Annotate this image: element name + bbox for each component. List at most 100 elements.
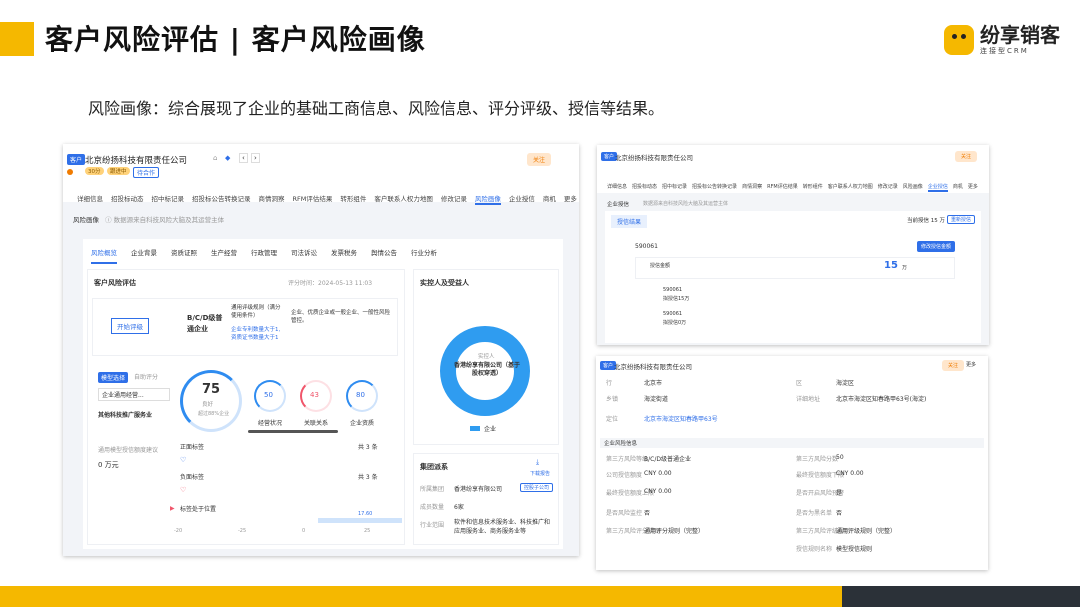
nav-tab[interactable]: 企业授信 [509, 193, 535, 205]
scale-tick: 25 [364, 528, 371, 534]
sub-tab-active[interactable]: 风险概览 [91, 247, 117, 264]
field-value: 通用评分规则（完整） [644, 528, 705, 535]
group-value: 香港纷享有限公司 [454, 486, 503, 493]
grade-label: B/C/D级普通企业 [187, 314, 223, 334]
field-value: 北京市 [644, 380, 663, 387]
group-title: 集团派系 [420, 463, 448, 471]
field-value: 模型授信规则 [836, 546, 873, 553]
follow-button[interactable]: 关注 [942, 360, 965, 371]
total-score: 75 [202, 382, 221, 397]
nav-tab[interactable]: 商情洞察 [742, 183, 762, 192]
thumbs-down-icon: ♡ [180, 486, 187, 494]
sub-tab[interactable]: 行业分析 [411, 247, 437, 264]
field-value: B/C/D级普通企业 [644, 456, 691, 463]
model-select[interactable]: 企业通用经营... [98, 388, 170, 401]
modify-credit-button[interactable]: 修改授信金额 [917, 241, 956, 252]
field-key: 定位 [606, 416, 619, 423]
follow-button[interactable]: 关注 [527, 153, 552, 166]
positive-label-count: 共 3 条 [358, 444, 378, 451]
thumbs-up-icon: ♡ [180, 456, 187, 464]
nav-tab[interactable]: 招投标公告转换记录 [192, 193, 251, 205]
nav-tab[interactable]: RFM评估结果 [767, 183, 798, 192]
group-key: 成员数量 [420, 504, 445, 511]
field-key: 公司授信额度 [606, 472, 643, 479]
self-score-tab[interactable]: 自助评分 [134, 372, 158, 381]
horizontal-scrollbar[interactable] [248, 430, 338, 433]
slide-subtitle: 风险画像：综合展现了企业的基础工商信息、风险信息、评分评级、授信等结果。 [88, 99, 665, 118]
nav-tab[interactable]: 商机 [953, 183, 963, 192]
nav-tab[interactable]: 详细信息 [77, 193, 103, 205]
nav-tab[interactable]: 修改记录 [441, 193, 467, 205]
dimension-score: 50 [264, 391, 273, 399]
credit-suggest-label: 通用模型授信额度建议 [98, 447, 159, 454]
next-record-icon[interactable]: › [251, 153, 260, 163]
more-button[interactable]: 更多 [966, 361, 976, 368]
grade-box: 开始评级 B/C/D级普通企业 通用评级规则（满分使用条件） 企业专利数量大于1… [92, 298, 398, 356]
rule-desc: 企业专利数量大于1,资质证书数量大于1 [231, 327, 281, 341]
nav-tab[interactable]: 转形组件 [803, 183, 823, 192]
nav-tab[interactable]: 招投标动态 [111, 193, 144, 205]
field-value: 海淀区 [836, 380, 855, 387]
lock-icon: ⌂ [213, 154, 218, 162]
bookmark-icon[interactable]: ◆ [225, 154, 230, 162]
credit-suggest-value: 0 万元 [98, 461, 119, 469]
field-key: 区 [796, 380, 803, 387]
group-key: 所属集团 [420, 486, 445, 493]
model-select-tab[interactable]: 模型选择 [98, 372, 129, 383]
sub-tab[interactable]: 司法诉讼 [291, 247, 317, 264]
breadcrumb: 风险画像 ⓘ 数据源来自科技风险大脑及其运营主体 [73, 214, 224, 224]
group-card: 集团派系 ⤓ 下载报告 所属集团 香港纷享有限公司 控股子公司 成员数量 6家 … [413, 453, 559, 545]
current-credit-total: 当前授信 15 万 [907, 218, 945, 224]
sub-tab[interactable]: 生产经营 [211, 247, 237, 264]
section-header: 企业风险信息 [600, 438, 984, 448]
nav-tab[interactable]: 风险画像 [903, 183, 923, 192]
risk-portrait-screenshot: 客户 北京纷扬科技有限责任公司 ⌂ ◆ ‹ › 30分 跟进中 待合作 关注 详… [63, 144, 579, 556]
service-label: 其他科技推广服务业 [98, 412, 153, 419]
nav-tab[interactable]: 招中标记录 [662, 183, 687, 192]
sub-tab[interactable]: 企业背景 [131, 247, 157, 264]
risk-eval-title: 客户风险评估 [94, 279, 136, 287]
field-value: CNY 0.00 [644, 470, 672, 477]
nav-tab[interactable]: 客户联系人权力地图 [374, 193, 433, 205]
nav-tab-active[interactable]: 企业授信 [927, 183, 948, 192]
sub-tab[interactable]: 资质证照 [171, 247, 197, 264]
nav-tab[interactable]: 招投标动态 [632, 183, 657, 192]
nav-tab[interactable]: 商情洞察 [259, 193, 285, 205]
risk-overview-panel: 风险概览 企业背景 资质证照 生产经营 行政管理 司法诉讼 发票税务 舆情公告 … [83, 239, 563, 549]
download-report-link[interactable]: 下载报告 [530, 470, 550, 477]
location-icon [67, 169, 73, 175]
dimension-label: 企业资质 [350, 420, 375, 427]
nav-tab-more[interactable]: 更多 [968, 183, 978, 192]
follow-status-badge: 跟进中 [107, 167, 130, 175]
position-marker: 17.60 [358, 511, 373, 517]
score-level: 良好 [202, 402, 214, 408]
download-icon[interactable]: ⤓ [536, 458, 539, 467]
nav-tab-active[interactable]: 风险画像 [474, 193, 501, 205]
nav-tab-more[interactable]: 更多 [564, 193, 577, 205]
nav-tab[interactable]: 修改记录 [878, 183, 898, 192]
label-position-title: 标签处于位置 [180, 506, 217, 513]
history-desc: 拟授信0万 [663, 320, 687, 326]
follow-button[interactable]: 关注 [955, 151, 978, 162]
cooperation-status: 待合作 [133, 167, 160, 178]
nav-tab[interactable]: 商机 [543, 193, 556, 205]
sub-tab[interactable]: 发票税务 [331, 247, 357, 264]
nav-tab[interactable]: RFM评估结果 [293, 193, 333, 205]
credit-screenshot: 客户 北京纷扬科技有限责任公司 关注 详细信息 招投标动态 招中标记录 招投标公… [597, 145, 989, 345]
history-desc: 拟授信15万 [663, 296, 690, 302]
prev-record-icon[interactable]: ‹ [239, 153, 248, 163]
recredit-button[interactable]: 重新授信 [947, 215, 976, 224]
sub-tab[interactable]: 舆情公告 [371, 247, 397, 264]
nav-tab[interactable]: 转形组件 [340, 193, 366, 205]
field-key: 是否为黑名单 [796, 510, 833, 517]
nav-tab[interactable]: 详细信息 [607, 183, 627, 192]
sub-tab[interactable]: 行政管理 [251, 247, 277, 264]
field-key: 行 [606, 380, 613, 387]
dimension-score: 43 [310, 391, 319, 399]
credit-result-tab[interactable]: 授信结果 [611, 215, 648, 228]
field-value: 否 [836, 510, 843, 517]
nav-tab[interactable]: 招中标记录 [152, 193, 185, 205]
nav-tab[interactable]: 客户联系人权力地图 [828, 183, 873, 192]
nav-tab[interactable]: 招投标公告转换记录 [692, 183, 737, 192]
start-rating-button[interactable]: 开始评级 [111, 318, 149, 334]
